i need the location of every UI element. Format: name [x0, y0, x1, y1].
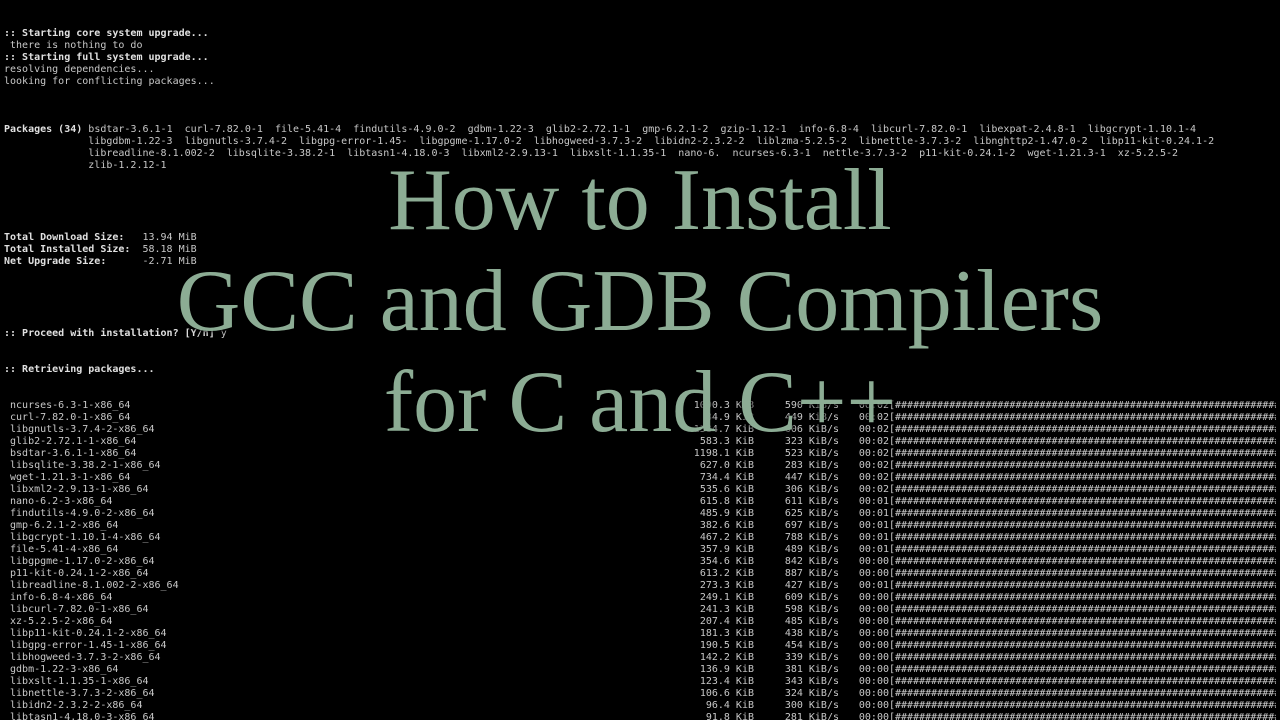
download-line: libgpgme-1.17.0-2-x86_64354.6 KiB842 KiB… — [4, 556, 1276, 568]
download-line: libcurl-7.82.0-1-x86_64241.3 KiB598 KiB/… — [4, 604, 1276, 616]
packages-line: libgdbm-1.22-3 libgnutls-3.7.4-2 libgpg-… — [4, 136, 1276, 148]
retrieving-header: :: Retrieving packages... — [4, 364, 1276, 376]
packages-line: zlib-1.2.12-1 — [4, 160, 1276, 172]
download-line: gmp-6.2.1-2-x86_64382.6 KiB697 KiB/s 00:… — [4, 520, 1276, 532]
download-line: libgpg-error-1.45-1-x86_64190.5 KiB454 K… — [4, 640, 1276, 652]
download-line: bsdtar-3.6.1-1-x86_641198.1 KiB523 KiB/s… — [4, 448, 1276, 460]
download-line: libxslt-1.1.35-1-x86_64123.4 KiB343 KiB/… — [4, 676, 1276, 688]
terminal-line: :: Starting core system upgrade... — [4, 28, 1276, 40]
download-line: glib2-2.72.1-1-x86_64583.3 KiB323 KiB/s … — [4, 436, 1276, 448]
download-line: libgcrypt-1.10.1-4-x86_64467.2 KiB788 Ki… — [4, 532, 1276, 544]
download-line: libxml2-2.9.13-1-x86_64535.6 KiB306 KiB/… — [4, 484, 1276, 496]
download-line: ncurses-6.3-1-x86_641090.3 KiB590 KiB/s … — [4, 400, 1276, 412]
download-line: libgnutls-3.7.4-2-x86_641384.7 KiB606 Ki… — [4, 424, 1276, 436]
terminal-line: there is nothing to do — [4, 40, 1276, 52]
size-line: Net Upgrade Size: -2.71 MiB — [4, 256, 1276, 268]
download-line: libreadline-8.1.002-2-x86_64273.3 KiB427… — [4, 580, 1276, 592]
terminal-line — [4, 88, 1276, 100]
terminal-output: :: Starting core system upgrade... there… — [0, 0, 1280, 720]
download-line: libidn2-2.3.2-2-x86_6496.4 KiB300 KiB/s … — [4, 700, 1276, 712]
download-line: gdbm-1.22-3-x86_64136.9 KiB381 KiB/s 00:… — [4, 664, 1276, 676]
download-line: info-6.8-4-x86_64249.1 KiB609 KiB/s 00:0… — [4, 592, 1276, 604]
download-line: nano-6.2-3-x86_64615.8 KiB611 KiB/s 00:0… — [4, 496, 1276, 508]
packages-line: libreadline-8.1.002-2 libsqlite-3.38.2-1… — [4, 148, 1276, 160]
terminal-line: resolving dependencies... — [4, 64, 1276, 76]
download-line: p11-kit-0.24.1-2-x86_64613.2 KiB887 KiB/… — [4, 568, 1276, 580]
download-line: libnettle-3.7.3-2-x86_64106.6 KiB324 KiB… — [4, 688, 1276, 700]
download-line: xz-5.2.5-2-x86_64207.4 KiB485 KiB/s 00:0… — [4, 616, 1276, 628]
download-line: libhogweed-3.7.3-2-x86_64142.2 KiB339 Ki… — [4, 652, 1276, 664]
download-line: libtasn1-4.18.0-3-x86_6491.8 KiB281 KiB/… — [4, 712, 1276, 720]
terminal-line: :: Starting full system upgrade... — [4, 52, 1276, 64]
download-line: wget-1.21.3-1-x86_64734.4 KiB447 KiB/s 0… — [4, 472, 1276, 484]
download-line: curl-7.82.0-1-x86_6484.9 KiB449 KiB/s 00… — [4, 412, 1276, 424]
size-line: Total Download Size: 13.94 MiB — [4, 232, 1276, 244]
install-prompt[interactable]: :: Proceed with installation? [Y/n] y — [4, 328, 1276, 340]
terminal-line: looking for conflicting packages... — [4, 76, 1276, 88]
size-line: Total Installed Size: 58.18 MiB — [4, 244, 1276, 256]
download-line: libsqlite-3.38.2-1-x86_64627.0 KiB283 Ki… — [4, 460, 1276, 472]
packages-line: Packages (34) bsdtar-3.6.1-1 curl-7.82.0… — [4, 124, 1276, 136]
download-line: findutils-4.9.0-2-x86_64485.9 KiB625 KiB… — [4, 508, 1276, 520]
download-line: file-5.41-4-x86_64357.9 KiB489 KiB/s 00:… — [4, 544, 1276, 556]
download-line: libp11-kit-0.24.1-2-x86_64181.3 KiB438 K… — [4, 628, 1276, 640]
